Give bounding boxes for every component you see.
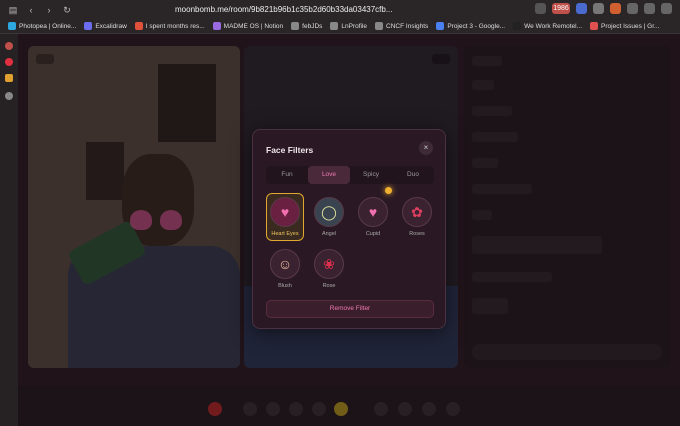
bookmarks-bar: Photopea | Online... Excalidraw I spent … [0, 19, 680, 34]
back-icon[interactable]: ‹ [26, 5, 36, 15]
bookmark-favicon-icon [134, 22, 143, 30]
sidebar-app-icon[interactable] [5, 58, 13, 66]
bookmark-item[interactable]: febJDs [291, 22, 322, 30]
bookmark-item[interactable]: MADME OS | Notion [212, 22, 283, 30]
modal-title: Face Filters [266, 145, 314, 155]
add-icon[interactable] [5, 92, 13, 100]
folder-icon [291, 22, 300, 30]
filter-angel[interactable]: ◯ Angel [310, 197, 348, 237]
extension-icon[interactable] [535, 3, 546, 14]
filter-heart-eyes[interactable]: ♥ Heart Eyes [266, 193, 304, 241]
roses-icon: ✿ [402, 197, 432, 227]
filter-roses[interactable]: ✿ Roses [398, 197, 436, 237]
bookmark-favicon-icon [590, 22, 599, 30]
angel-icon: ◯ [314, 197, 344, 227]
bookmark-item[interactable]: CNCF Insights [375, 22, 428, 30]
extensions-row: 1986 [535, 3, 672, 14]
tab-love[interactable]: Love [308, 166, 350, 184]
folder-icon [330, 22, 339, 30]
bookmark-item[interactable]: Project 3 - Google... [436, 22, 505, 30]
browser-toolbar: ▤ ‹ › ↻ moonbomb.me/room/9b821b96b1c35b2… [0, 0, 680, 19]
bookmark-favicon-icon [84, 22, 93, 30]
remove-filter-button[interactable]: Remove Filter [266, 300, 434, 318]
filter-blush[interactable]: ☺ Blush [266, 249, 304, 289]
address-bar[interactable]: moonbomb.me/room/9b821b96b1c35b2d60b33da… [175, 3, 405, 16]
blush-icon: ☺ [270, 249, 300, 279]
notification-dot [385, 187, 392, 194]
forward-icon[interactable]: › [44, 5, 54, 15]
extension-icon[interactable] [610, 3, 621, 14]
tab-duo[interactable]: Duo [392, 166, 434, 184]
heart-eyes-icon: ♥ [270, 197, 300, 227]
filter-tabs: Fun Love Spicy Duo [266, 166, 434, 184]
bookmark-favicon-icon [212, 22, 221, 30]
sidebar-app-icon[interactable] [5, 42, 13, 50]
sidebar-toggle-icon[interactable]: ▤ [8, 5, 18, 15]
music-icon[interactable] [644, 3, 655, 14]
extension-icon[interactable] [627, 3, 638, 14]
tab-fun[interactable]: Fun [266, 166, 308, 184]
extension-icon[interactable] [593, 3, 604, 14]
badge-extension-icon[interactable]: 1986 [552, 3, 570, 14]
bookmark-item[interactable]: Excalidraw [84, 22, 127, 30]
filter-rose[interactable]: ❀ Rose [310, 249, 348, 289]
cupid-icon: ♥ [358, 197, 388, 227]
extension-icon[interactable] [661, 3, 672, 14]
browser-sidebar [0, 34, 18, 426]
bookmark-favicon-icon [513, 22, 522, 30]
bookmark-item[interactable]: We Work Remotel... [513, 22, 582, 30]
sidebar-app-icon[interactable] [5, 74, 13, 82]
bookmark-item[interactable]: LnProfile [330, 22, 367, 30]
url-text: moonbomb.me/room/9b821b96b1c35b2d60b33da… [175, 5, 393, 14]
bookmark-favicon-icon [8, 22, 16, 30]
folder-icon [375, 22, 384, 30]
close-button[interactable]: × [419, 141, 433, 155]
bookmark-item[interactable]: Project Issues | Gr... [590, 22, 659, 30]
face-filters-modal: Face Filters × Fun Love Spicy Duo ♥ Hear… [252, 129, 446, 329]
extension-icon[interactable] [576, 3, 587, 14]
filter-cupid[interactable]: ♥ Cupid [354, 197, 392, 237]
bookmark-item[interactable]: Photopea | Online... [8, 22, 76, 30]
reload-icon[interactable]: ↻ [62, 5, 72, 15]
tab-spicy[interactable]: Spicy [350, 166, 392, 184]
bookmark-favicon-icon [436, 22, 445, 30]
bookmark-item[interactable]: I spent months res... [134, 22, 205, 30]
rose-icon: ❀ [314, 249, 344, 279]
page-content: Face Filters × Fun Love Spicy Duo ♥ Hear… [18, 34, 680, 426]
